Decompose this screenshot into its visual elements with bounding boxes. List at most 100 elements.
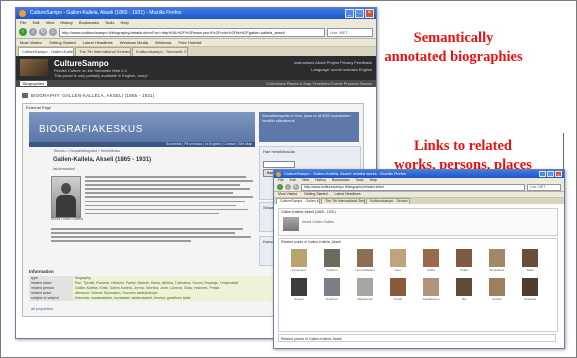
reload-icon[interactable]: ↻ — [293, 184, 299, 190]
artwork-caption[interactable]: Symposion — [292, 268, 307, 272]
back-arrow-icon[interactable]: ‹ — [19, 28, 27, 36]
search-input[interactable]: Live .NET — [327, 27, 373, 37]
artwork-thumbnail[interactable]: Pojka — [450, 249, 478, 272]
bookmark-item[interactable]: Latest Headlines — [335, 192, 361, 196]
artwork-image[interactable] — [390, 278, 406, 296]
artwork-image[interactable] — [291, 278, 307, 296]
tab-biography[interactable]: CultureSampo - Gallen-Kallela, Ak... — [18, 47, 74, 56]
artwork-thumbnail[interactable]: Keitele — [483, 278, 511, 301]
artwork-caption[interactable]: Joukahainen — [422, 297, 439, 301]
menu-bookmarks[interactable]: Bookmarks — [332, 178, 350, 182]
bookmark-item[interactable]: Getting Started — [304, 192, 328, 196]
artwork-caption[interactable]: Lemminkäinen — [355, 268, 375, 272]
artwork-image[interactable] — [291, 249, 307, 267]
artwork-thumbnail[interactable]: Symposion — [285, 249, 313, 272]
artwork-image[interactable] — [423, 249, 439, 267]
artwork-thumbnail[interactable]: Muotokuva — [483, 249, 511, 272]
search-input[interactable]: Live .NET — [527, 183, 561, 191]
artwork-caption[interactable]: Ilta — [462, 297, 466, 301]
artwork-thumbnail[interactable]: Joukahainen — [417, 278, 445, 301]
breadcrumb[interactable]: Etusivu > Kansallisbiografia > Henkilöha… — [29, 149, 255, 154]
bookmark-item[interactable]: Free Hotmail — [179, 40, 202, 45]
artwork-thumbnail[interactable]: Ilta — [450, 278, 478, 301]
artwork-caption[interactable]: Kotka — [427, 268, 435, 272]
artwork-image[interactable] — [522, 278, 538, 296]
artwork-image[interactable] — [357, 249, 373, 267]
maximize-icon[interactable]: □ — [547, 171, 554, 177]
close-icon[interactable]: × — [365, 9, 374, 18]
artwork-caption[interactable]: Aino — [395, 268, 401, 272]
artwork-caption[interactable]: Pojka — [460, 268, 468, 272]
artwork-image[interactable] — [357, 278, 373, 296]
artwork-caption[interactable]: Kullervo — [327, 268, 338, 272]
menu-help[interactable]: Help — [120, 20, 128, 25]
forward-arrow-icon[interactable]: › — [29, 28, 37, 36]
bookmark-item[interactable]: Windows Media — [120, 40, 148, 45]
bookmark-item[interactable]: Windows — [155, 40, 171, 45]
menu-file[interactable]: File — [20, 20, 26, 25]
tab-iswc[interactable]: The 7th International Semantic Web Co... — [75, 47, 131, 56]
artwork-thumbnail[interactable]: Akka — [516, 249, 544, 272]
artwork-caption[interactable]: Mäntykoski — [357, 297, 372, 301]
person-search-input[interactable] — [263, 161, 295, 168]
tab-kulttuurisampo[interactable]: Kulttuurisampo - Semantic Computing R... — [132, 47, 188, 56]
address-bar[interactable]: http://www.kulttuurisampo.fi/biography/d… — [59, 27, 325, 37]
artwork-thumbnail[interactable]: Kevät — [384, 278, 412, 301]
related-places-panel[interactable]: Related places of Gallen-Kallela, Akseli — [278, 334, 556, 342]
forward-arrow-icon[interactable]: › — [285, 184, 291, 190]
artwork-image[interactable] — [489, 249, 505, 267]
address-bar[interactable]: http://www.kulttuurisampo.fi/biography/r… — [301, 183, 525, 191]
artwork-image[interactable] — [390, 249, 406, 267]
nav-links[interactable]: Collections Places & Map Timelines Event… — [266, 80, 372, 87]
home-icon[interactable]: ⌂ — [49, 28, 57, 36]
menu-tools[interactable]: Tools — [105, 20, 114, 25]
reload-icon[interactable]: ↻ — [39, 28, 47, 36]
language-links[interactable]: Language: suomi svenska English — [311, 67, 372, 72]
menu-bookmarks[interactable]: Bookmarks — [79, 20, 99, 25]
artwork-thumbnail[interactable]: Mäntykoski — [351, 278, 379, 301]
header-links[interactable]: Instructions About Project Privacy Feedb… — [294, 60, 372, 65]
menu-tools[interactable]: Tools — [355, 178, 363, 182]
bookmark-item[interactable]: Getting Started — [49, 40, 76, 45]
artwork-caption[interactable]: Muotokuva — [490, 268, 505, 272]
close-icon[interactable]: × — [555, 171, 562, 177]
artwork-caption[interactable]: Sampo — [294, 297, 304, 301]
menu-edit[interactable]: Edit — [33, 20, 40, 25]
menu-history[interactable]: History — [60, 20, 72, 25]
bookmark-item[interactable]: Most Visited — [20, 40, 42, 45]
artwork-image[interactable] — [324, 278, 340, 296]
artwork-thumbnail[interactable]: Aino — [384, 249, 412, 272]
artwork-image[interactable] — [522, 249, 538, 267]
menu-history[interactable]: History — [315, 178, 326, 182]
person-thumbnail[interactable] — [283, 217, 299, 231]
menu-view[interactable]: View — [46, 20, 55, 25]
site-logo[interactable] — [20, 59, 48, 76]
artwork-thumbnail[interactable]: Ilmarinen — [318, 278, 346, 301]
artwork-image[interactable] — [456, 249, 472, 267]
artwork-image[interactable] — [423, 278, 439, 296]
window-titlebar[interactable]: CultureSampo - Gallen-Kallela, Akseli (1… — [16, 8, 376, 19]
artwork-thumbnail[interactable]: Lemminkäinen — [351, 249, 379, 272]
artwork-thumbnail[interactable]: Kullervo — [318, 249, 346, 272]
artwork-thumbnail[interactable]: Kuolema — [516, 278, 544, 301]
artwork-caption[interactable]: Ilmarinen — [326, 297, 338, 301]
nav-biographies[interactable]: Biographies — [20, 81, 48, 86]
artwork-image[interactable] — [489, 278, 505, 296]
minimize-icon[interactable]: _ — [539, 171, 546, 177]
maximize-icon[interactable]: □ — [355, 9, 364, 18]
bookmark-item[interactable]: Latest Headlines — [83, 40, 113, 45]
thumbnail-caption[interactable]: Akseli Gallen-Kallela — [302, 220, 334, 224]
artwork-caption[interactable]: Keitele — [492, 297, 501, 301]
artwork-caption[interactable]: Akka — [527, 268, 534, 272]
all-properties-link[interactable]: all properties — [31, 307, 53, 311]
artwork-caption[interactable]: Kevät — [394, 297, 402, 301]
minimize-icon[interactable]: _ — [345, 9, 354, 18]
menu-edit[interactable]: Edit — [290, 178, 296, 182]
back-arrow-icon[interactable]: ‹ — [277, 184, 283, 190]
menu-view[interactable]: View — [302, 178, 310, 182]
artwork-thumbnail[interactable]: Sampo — [285, 278, 313, 301]
window-titlebar[interactable]: CultureSampo - Gallen-Kallela, Akseli: r… — [274, 170, 564, 178]
artwork-caption[interactable]: Kuolema — [524, 297, 536, 301]
artwork-image[interactable] — [324, 249, 340, 267]
site-brand[interactable]: CultureSampo — [54, 59, 109, 68]
